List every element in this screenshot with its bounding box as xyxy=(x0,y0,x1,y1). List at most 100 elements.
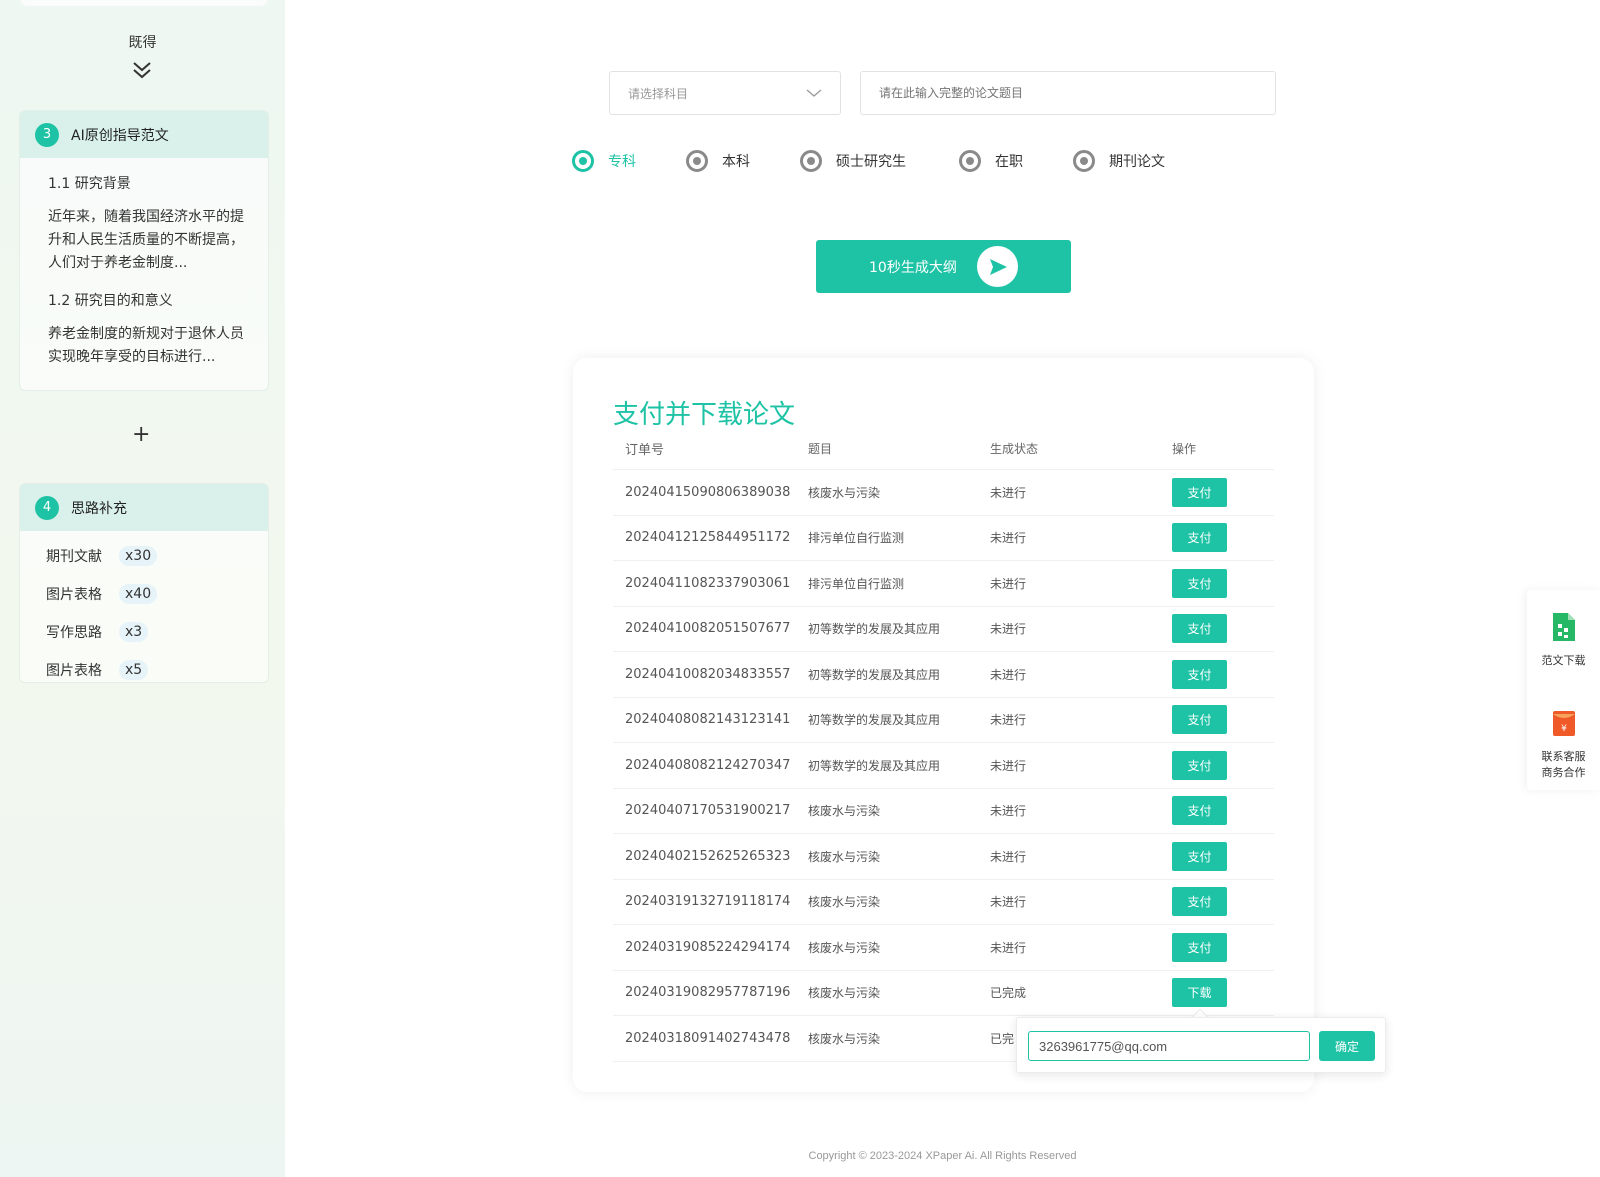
orders-table: 订单号 题目 生成状态 操作 20240415090806389038 核废水与污… xyxy=(613,428,1274,1062)
table-row: 20240410082034833557 初等数学的发展及其应用 未进行 支付 xyxy=(613,652,1274,698)
download-button[interactable]: 下载 xyxy=(1172,978,1227,1008)
email-popover: 确定 xyxy=(1016,1017,1386,1073)
tag-item: 期刊文献 x30 xyxy=(46,537,268,575)
pay-button[interactable]: 支付 xyxy=(1172,705,1227,735)
action-cell: 下载 xyxy=(1160,978,1274,1008)
status: 未进行 xyxy=(990,713,1027,728)
supplement-tags: 期刊文献 x30 图片表格 x40 写作思路 x3 图片表格 x5 xyxy=(20,531,268,682)
action-cell: 支付 xyxy=(1160,477,1274,507)
topic: 初等数学的发展及其应用 xyxy=(808,713,941,728)
table-row: 20240408082124270347 初等数学的发展及其应用 未进行 支付 xyxy=(613,743,1274,789)
level-radio-group: 专科 本科 硕士研究生 在职 期刊论文 xyxy=(572,150,1187,172)
order-number: 20240319132719118174 xyxy=(625,894,791,910)
email-input[interactable] xyxy=(1028,1031,1310,1061)
outline-card-title: AI原创指导范文 xyxy=(71,127,169,144)
double-chevron-down-icon[interactable] xyxy=(130,58,154,82)
radio-option-zaizhi[interactable]: 在职 xyxy=(959,150,1073,172)
status: 未进行 xyxy=(990,667,1027,682)
order-number: 20240407170531900217 xyxy=(625,803,791,819)
section-title: 1.1 研究背景 xyxy=(48,176,131,192)
tag-count: x3 xyxy=(119,622,149,642)
send-icon xyxy=(977,246,1018,287)
section-title: 1.2 研究目的和意义 xyxy=(48,293,173,309)
radio-option-benke[interactable]: 本科 xyxy=(686,150,800,172)
svg-text:¥: ¥ xyxy=(1561,724,1567,734)
chevron-down-icon xyxy=(806,89,822,97)
pay-button[interactable]: 支付 xyxy=(1172,750,1227,780)
radio-icon xyxy=(959,150,981,172)
order-number: 20240410082034833557 xyxy=(625,666,791,682)
pay-button[interactable]: 支付 xyxy=(1172,523,1227,553)
table-row: 20240319082957787196 核废水与污染 已完成 下载 xyxy=(613,971,1274,1016)
action-cell: 支付 xyxy=(1160,568,1274,598)
topic: 初等数学的发展及其应用 xyxy=(808,622,941,637)
radio-label: 在职 xyxy=(995,154,1023,170)
table-row: 20240319132719118174 核废水与污染 未进行 支付 xyxy=(613,880,1274,925)
pay-button[interactable]: 支付 xyxy=(1172,477,1227,507)
table-row: 20240408082143123141 初等数学的发展及其应用 未进行 支付 xyxy=(613,698,1274,743)
subject-select[interactable]: 请选择科目 xyxy=(609,71,841,115)
confirm-button[interactable]: 确定 xyxy=(1319,1031,1375,1061)
outline-card-header: 3 AI原创指导范文 xyxy=(20,111,268,158)
tag-count: x5 xyxy=(119,660,149,680)
supplement-card-title: 思路补充 xyxy=(71,500,127,517)
red-envelope-icon: ¥ xyxy=(1552,711,1575,736)
radio-icon xyxy=(800,150,822,172)
tag-count: x40 xyxy=(119,584,158,604)
header-order: 订单号 xyxy=(625,443,665,458)
order-number: 20240412125844951172 xyxy=(625,530,791,546)
status: 未进行 xyxy=(990,940,1027,955)
tag-item: 图片表格 x5 xyxy=(46,651,268,682)
radio-icon xyxy=(572,150,594,172)
pay-button[interactable]: 支付 xyxy=(1172,841,1227,871)
copyright-text: Copyright © 2023-2024 XPaper Ai. All Rig… xyxy=(808,1150,1077,1162)
pay-download-panel: 支付并下载论文 订单号 题目 生成状态 操作 20240415090806389… xyxy=(573,358,1314,1092)
pay-button[interactable]: 支付 xyxy=(1172,887,1227,917)
contact-service-label: 联系客服 xyxy=(1541,750,1586,763)
order-number: 20240415090806389038 xyxy=(625,484,791,500)
radio-option-zhuanke[interactable]: 专科 xyxy=(572,150,686,172)
panel-title: 支付并下载论文 xyxy=(613,400,796,430)
generate-outline-label: 10秒生成大纲 xyxy=(869,259,957,276)
status: 未进行 xyxy=(990,758,1027,773)
action-cell: 支付 xyxy=(1160,523,1274,553)
status: 未进行 xyxy=(990,622,1027,637)
action-cell: 支付 xyxy=(1160,659,1274,689)
table-row: 20240412125844951172 排污单位自行监测 未进行 支付 xyxy=(613,516,1274,561)
status: 未进行 xyxy=(990,895,1027,910)
topic: 核废水与污染 xyxy=(808,485,881,500)
order-number: 20240319085224294174 xyxy=(625,939,791,955)
radio-label: 期刊论文 xyxy=(1109,154,1165,170)
pay-button[interactable]: 支付 xyxy=(1172,568,1227,598)
topic: 排污单位自行监测 xyxy=(808,576,905,591)
contact-service-button[interactable]: ¥ 联系客服 商务合作 xyxy=(1527,708,1600,781)
tag-count: x30 xyxy=(119,546,158,566)
status: 已完成 xyxy=(990,986,1027,1001)
supplement-card: 4 思路补充 期刊文献 x30 图片表格 x40 写作思路 x3 图片表格 x5 xyxy=(19,483,269,683)
pay-button[interactable]: 支付 xyxy=(1172,796,1227,826)
section-text: 养老金制度的新规对于退休人员实现晚年享受的目标进行... xyxy=(48,326,244,365)
tag-label: 图片表格 xyxy=(46,663,102,679)
status: 未进行 xyxy=(990,485,1027,500)
radio-label: 专科 xyxy=(608,154,636,170)
paper-title-input[interactable] xyxy=(860,71,1276,115)
radio-option-journal[interactable]: 期刊论文 xyxy=(1073,150,1187,172)
tag-label: 期刊文献 xyxy=(46,549,102,565)
tag-label: 图片表格 xyxy=(46,587,102,603)
action-cell: 支付 xyxy=(1160,887,1274,917)
pay-button[interactable]: 支付 xyxy=(1172,932,1227,962)
status: 未进行 xyxy=(990,804,1027,819)
radio-option-master[interactable]: 硕士研究生 xyxy=(800,150,959,172)
table-row: 20240402152625265323 核废水与污染 未进行 支付 xyxy=(613,834,1274,880)
business-cooperation-label: 商务合作 xyxy=(1541,766,1586,779)
sample-download-button[interactable]: 范文下载 xyxy=(1527,612,1600,669)
topic: 初等数学的发展及其应用 xyxy=(808,758,941,773)
action-cell: 支付 xyxy=(1160,614,1274,644)
pay-button[interactable]: 支付 xyxy=(1172,614,1227,644)
add-icon[interactable]: + xyxy=(132,422,150,447)
generate-outline-button[interactable]: 10秒生成大纲 xyxy=(816,240,1071,293)
status: 未进行 xyxy=(990,531,1027,546)
pay-button[interactable]: 支付 xyxy=(1172,659,1227,689)
radio-label: 硕士研究生 xyxy=(836,154,906,170)
order-number: 20240319082957787196 xyxy=(625,985,791,1001)
